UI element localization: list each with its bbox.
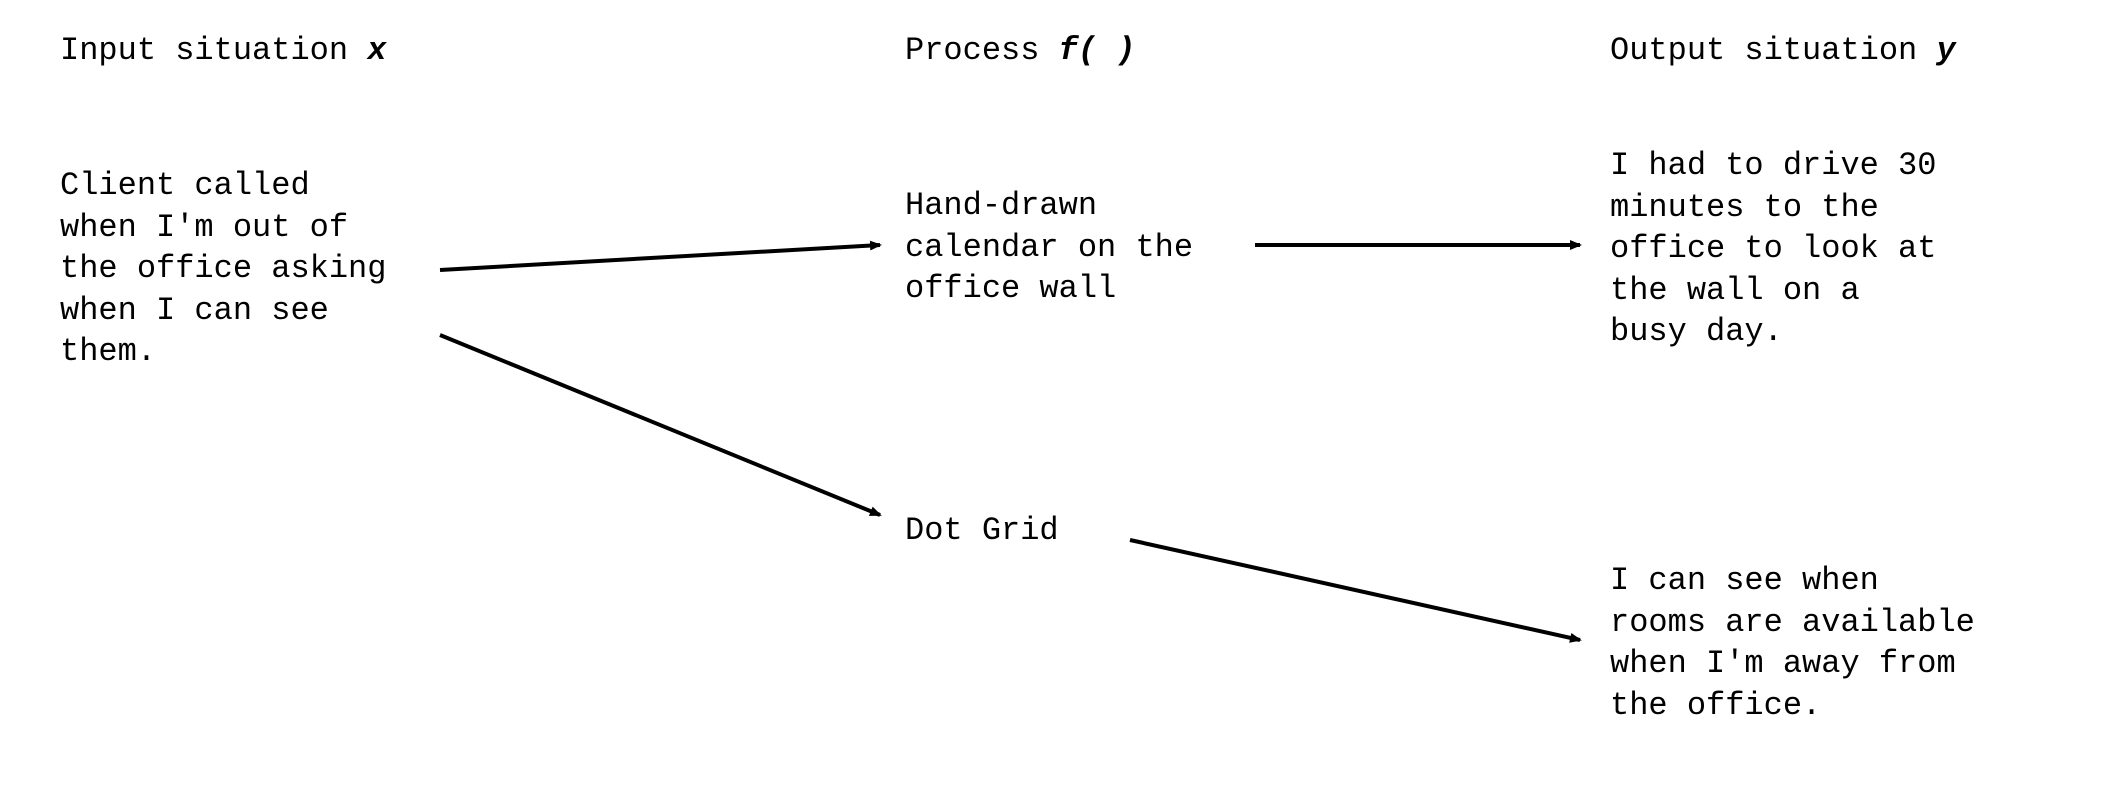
input-text: Client called when I'm out of the office… bbox=[60, 165, 440, 373]
arrow-input-to-process1 bbox=[440, 245, 880, 270]
process1-text: Hand-drawn calendar on the office wall bbox=[905, 185, 1245, 310]
heading-process-var: f( ) bbox=[1059, 32, 1136, 69]
heading-input: Input situation x bbox=[60, 30, 386, 72]
arrow-process2-to-output2 bbox=[1130, 540, 1580, 640]
heading-process: Process f( ) bbox=[905, 30, 1135, 72]
heading-input-var: x bbox=[367, 32, 386, 69]
heading-output-prefix: Output situation bbox=[1610, 32, 1936, 69]
arrow-input-to-process2 bbox=[440, 335, 880, 515]
output2-text: I can see when rooms are available when … bbox=[1610, 560, 2010, 726]
process2-text: Dot Grid bbox=[905, 510, 1245, 552]
heading-output-var: y bbox=[1936, 32, 1955, 69]
heading-input-prefix: Input situation bbox=[60, 32, 367, 69]
output1-text: I had to drive 30 minutes to the office … bbox=[1610, 145, 2010, 353]
heading-output: Output situation y bbox=[1610, 30, 1956, 72]
heading-process-prefix: Process bbox=[905, 32, 1059, 69]
